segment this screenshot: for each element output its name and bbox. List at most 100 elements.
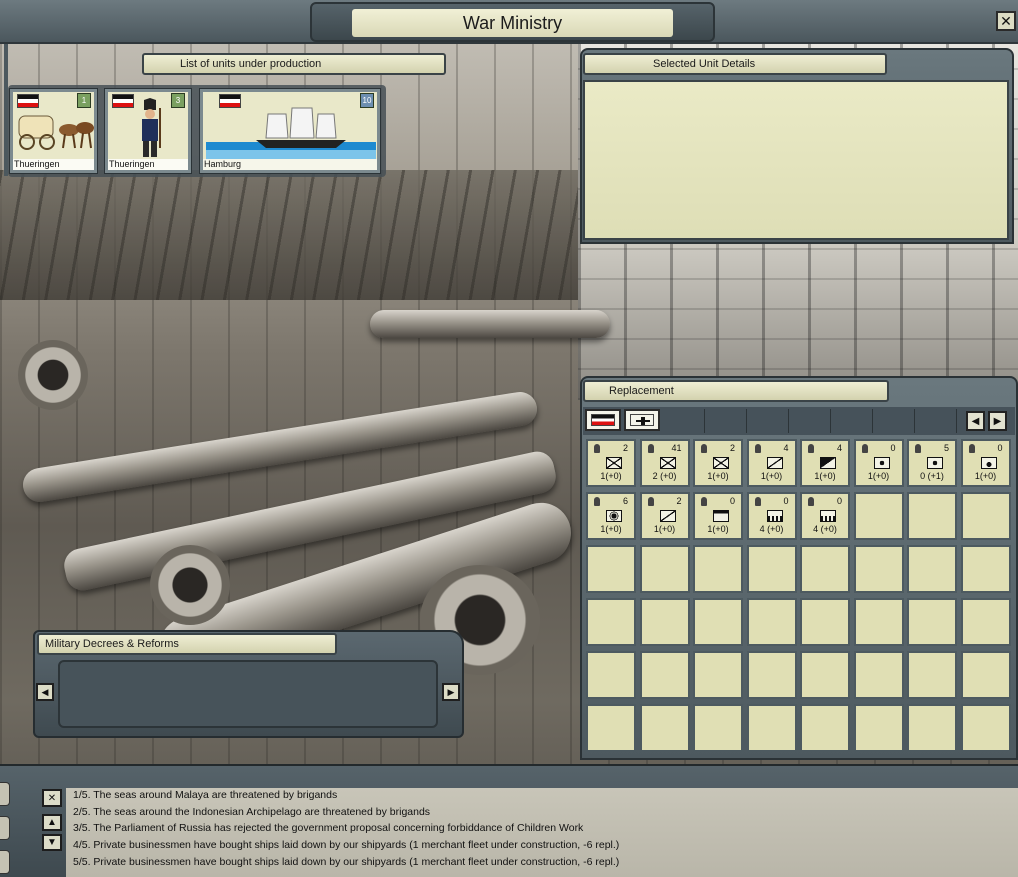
empty-replacement-cell: [960, 492, 1011, 540]
soldier-icon: [701, 444, 707, 453]
unit-type-symbol-icon: [659, 510, 676, 522]
replacement-count: 5: [943, 443, 949, 453]
production-unit-card[interactable]: 10 Hamburg: [199, 88, 381, 174]
replacement-count: 2: [622, 443, 628, 453]
soldier-icon: [968, 444, 975, 453]
tab-prev-button[interactable]: ◀: [966, 411, 985, 431]
unit-type-symbol-icon: [659, 457, 676, 469]
replacement-count: 0: [729, 496, 735, 506]
empty-replacement-cell: [960, 598, 1011, 646]
soldier-icon: [754, 444, 761, 453]
empty-replacement-cell: [639, 545, 690, 593]
unit-type-symbol-icon: [927, 457, 943, 469]
empty-tab: [875, 409, 915, 433]
replacement-cell[interactable]: 2 1(+0): [693, 439, 743, 487]
empty-tab: [833, 409, 873, 433]
replacement-value: 1(+0): [707, 524, 729, 534]
decrees-list: [58, 660, 438, 728]
replacement-count: 0: [836, 496, 842, 506]
soldier-icon: [754, 497, 761, 506]
selected-unit-details-area: [583, 80, 1009, 240]
empty-replacement-cell: [853, 598, 904, 646]
germany-flag-icon: [17, 94, 39, 108]
unit-type-symbol-icon: [766, 510, 783, 522]
replacement-value: 1(+0): [653, 524, 676, 534]
replacement-count: 41: [671, 443, 682, 453]
soldier-icon: [701, 497, 707, 506]
decrees-prev-button[interactable]: ◀: [36, 683, 54, 701]
production-header-text: List of units under production: [180, 58, 322, 70]
imperial-eagle-tab[interactable]: [624, 409, 660, 431]
decrees-next-button[interactable]: ▶: [442, 683, 460, 701]
unit-badge: 1: [77, 93, 91, 108]
replacement-cell[interactable]: 4 1(+0): [800, 439, 850, 487]
empty-replacement-cell: [800, 651, 850, 699]
replacement-count: 0: [890, 443, 896, 453]
log-scroll-up-button[interactable]: ▲: [42, 814, 62, 831]
window-title: War Ministry: [352, 9, 673, 37]
details-header-text: Selected Unit Details: [653, 58, 756, 70]
germany-flag-tab[interactable]: [585, 409, 621, 431]
replacement-count: 2: [676, 496, 682, 506]
empty-replacement-cell: [586, 545, 636, 593]
replacement-value: 1(+0): [600, 471, 622, 481]
replacement-cell[interactable]: 0 4 (+0): [800, 492, 850, 540]
empty-tab: [749, 409, 789, 433]
empty-replacement-cell: [800, 704, 850, 752]
empty-replacement-cell: [746, 651, 797, 699]
replacement-value: 1(+0): [707, 471, 729, 481]
soldier-icon: [808, 444, 814, 453]
sailing-ship-icon: [206, 107, 376, 162]
replacement-cell[interactable]: 0 1(+0): [960, 439, 1011, 487]
replacement-count: 4: [783, 443, 789, 453]
empty-replacement-cell: [960, 545, 1011, 593]
empty-replacement-cell: [853, 704, 904, 752]
soldier-icon: [647, 444, 654, 453]
empty-replacement-cell: [853, 492, 904, 540]
replacement-count: 0: [997, 443, 1003, 453]
empty-replacement-cell: [907, 492, 957, 540]
title-bar: War Ministry ✕: [0, 0, 1018, 44]
unit-type-symbol-icon: [766, 457, 783, 469]
unit-type-symbol-icon: [820, 457, 836, 469]
replacement-value: 1(+0): [760, 471, 783, 481]
empty-replacement-cell: [639, 704, 690, 752]
replacement-cell[interactable]: 0 1(+0): [853, 439, 904, 487]
gun-muzzle-image: [150, 545, 230, 625]
supply-wagon-icon: [18, 115, 94, 150]
unit-type-symbol-icon: [713, 457, 729, 469]
replacement-cell[interactable]: 2 1(+0): [586, 439, 636, 487]
empty-replacement-cell: [746, 545, 797, 593]
empty-replacement-cell: [586, 704, 636, 752]
replacement-cell[interactable]: 41 2 (+0): [639, 439, 690, 487]
replacement-cell[interactable]: 5 0 (+1): [907, 439, 957, 487]
empty-replacement-cell: [693, 704, 743, 752]
log-message: 2/5. The seas around the Indonesian Arch…: [73, 806, 431, 818]
close-window-button[interactable]: ✕: [996, 11, 1016, 31]
replacement-cell[interactable]: 2 1(+0): [639, 492, 690, 540]
replacement-cell[interactable]: 4 1(+0): [746, 439, 797, 487]
empty-replacement-cell: [960, 704, 1011, 752]
soldier-icon: [808, 497, 814, 506]
unit-name: Thueringen: [108, 159, 188, 170]
production-unit-card[interactable]: 3 Thueringen: [104, 88, 192, 174]
replacement-cell[interactable]: 6 1(+0): [586, 492, 636, 540]
replacement-cell[interactable]: 0 1(+0): [693, 492, 743, 540]
log-scroll-down-button[interactable]: ▼: [42, 834, 62, 851]
empty-tab: [707, 409, 747, 433]
empty-replacement-cell: [746, 704, 797, 752]
soldier-icon: [594, 444, 600, 453]
empty-replacement-cell: [693, 598, 743, 646]
details-header: Selected Unit Details: [583, 53, 887, 75]
factory-roof-image: [0, 170, 578, 300]
empty-replacement-cell: [907, 704, 957, 752]
production-unit-card[interactable]: 1 Thueringen: [9, 88, 98, 174]
unit-type-symbol-icon: [820, 510, 836, 522]
empty-replacement-cell: [586, 598, 636, 646]
replacement-cell[interactable]: 0 4 (+0): [746, 492, 797, 540]
germany-flag-icon: [591, 414, 615, 426]
tab-next-button[interactable]: ▶: [988, 411, 1007, 431]
log-close-button[interactable]: ✕: [42, 789, 62, 807]
replacement-value: 1(+0): [600, 524, 622, 534]
empty-tab: [665, 409, 705, 433]
